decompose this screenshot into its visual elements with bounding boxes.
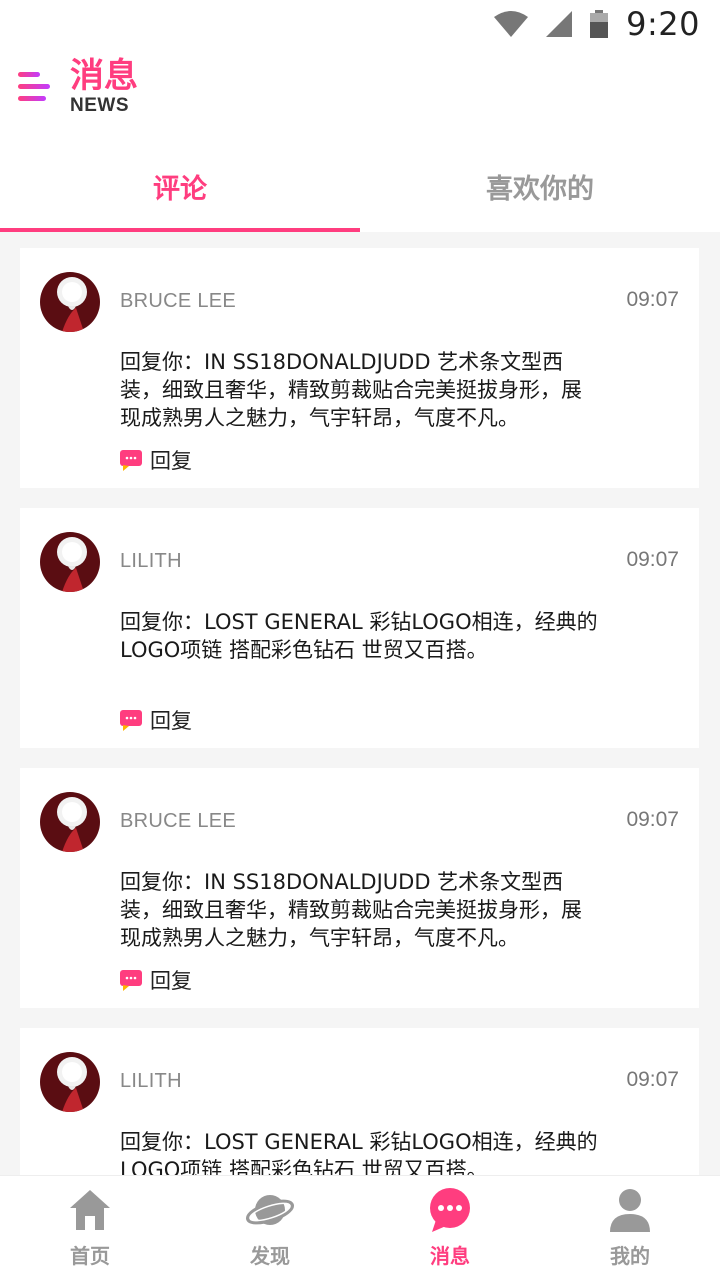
comment-time: 09:07 [626, 808, 679, 831]
nav-label: 我的 [610, 1244, 650, 1268]
comment-author: BRUCE LEE [120, 290, 237, 312]
home-icon [70, 1190, 110, 1230]
menu-icon [18, 72, 40, 77]
comment-time: 09:07 [626, 288, 679, 311]
tab-liked-you[interactable]: 喜欢你的 [360, 140, 720, 232]
tab-bar: 评论 喜欢你的 [0, 140, 720, 232]
reply-label: 回复 [150, 709, 192, 733]
reply-button[interactable]: 回复 [120, 965, 192, 995]
page-subtitle: NEWS [70, 95, 129, 116]
menu-icon-bar [18, 84, 50, 89]
page-title-group: 消息 NEWS [70, 56, 138, 116]
comment-author: LILITH [120, 550, 182, 572]
avatar[interactable] [40, 532, 100, 592]
comment-card[interactable]: LILITH 09:07 回复你：LOST GENERAL 彩钻LOGO相连，经… [20, 1028, 699, 1175]
avatar[interactable] [40, 792, 100, 852]
reply-label: 回复 [150, 449, 192, 473]
user-icon [610, 1189, 650, 1232]
nav-profile[interactable]: 我的 [540, 1176, 720, 1281]
menu-button[interactable] [18, 72, 54, 106]
chat-bubble-icon [120, 970, 142, 991]
reply-label: 回复 [150, 969, 192, 993]
comment-card[interactable]: LILITH 09:07 回复你：LOST GENERAL 彩钻LOGO相连，经… [20, 508, 699, 748]
status-time: 9:20 [626, 5, 700, 43]
bottom-nav: 首页 发现 消息 我的 [0, 1175, 720, 1281]
nav-messages[interactable]: 消息 [360, 1176, 540, 1281]
status-icons: 9:20 [494, 5, 700, 43]
battery-icon [590, 10, 609, 38]
nav-discover[interactable]: 发现 [180, 1176, 360, 1281]
comment-time: 09:07 [626, 548, 679, 571]
comment-card[interactable]: BRUCE LEE 09:07 回复你：IN SS18DONALDJUDD 艺术… [20, 248, 699, 488]
comment-text: 回复你：IN SS18DONALDJUDD 艺术条文型西装，细致且奢华，精致剪裁… [120, 350, 582, 430]
comment-text: 回复你：IN SS18DONALDJUDD 艺术条文型西装，细致且奢华，精致剪裁… [120, 870, 582, 950]
header: 消息 NEWS [0, 48, 720, 140]
avatar[interactable] [40, 1052, 100, 1112]
status-bar: 9:20 [0, 0, 720, 48]
comment-text: 回复你：LOST GENERAL 彩钻LOGO相连，经典的LOGO项链 搭配彩色… [120, 1130, 598, 1175]
menu-icon-bar [18, 96, 46, 101]
comment-author: LILITH [120, 1070, 182, 1092]
comment-card[interactable]: BRUCE LEE 09:07 回复你：IN SS18DONALDJUDD 艺术… [20, 768, 699, 1008]
signal-icon [546, 11, 573, 37]
chat-bubble-icon [120, 710, 142, 731]
nav-label: 首页 [70, 1244, 110, 1268]
wifi-icon [494, 11, 529, 37]
comment-list[interactable]: BRUCE LEE 09:07 回复你：IN SS18DONALDJUDD 艺术… [0, 232, 720, 1175]
planet-icon [245, 1195, 295, 1225]
reply-button[interactable]: 回复 [120, 445, 192, 475]
comment-text: 回复你：LOST GENERAL 彩钻LOGO相连，经典的LOGO项链 搭配彩色… [120, 610, 598, 662]
avatar[interactable] [40, 272, 100, 332]
reply-button[interactable]: 回复 [120, 705, 192, 735]
comment-time: 09:07 [626, 1068, 679, 1091]
page-title: 消息 [70, 56, 138, 96]
comment-author: BRUCE LEE [120, 810, 237, 832]
tab-comments[interactable]: 评论 [0, 140, 360, 232]
nav-home[interactable]: 首页 [0, 1176, 180, 1281]
nav-label: 消息 [430, 1244, 470, 1268]
nav-label: 发现 [250, 1244, 290, 1268]
chat-bubble-icon [120, 450, 142, 471]
message-icon [430, 1188, 470, 1232]
